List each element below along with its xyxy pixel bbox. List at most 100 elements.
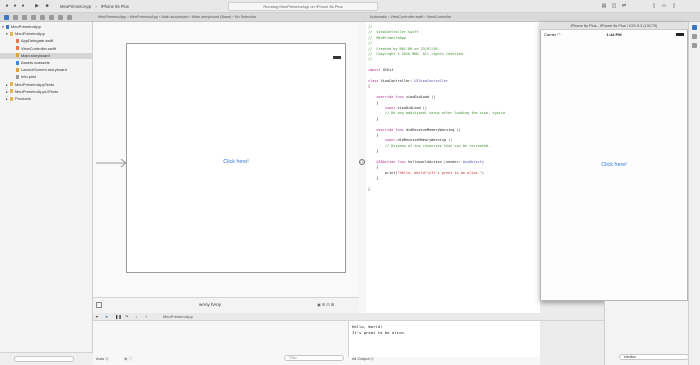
navigator-item[interactable]: Main.storyboard: [0, 52, 93, 59]
navigator-item[interactable]: ViewController.swift: [0, 46, 93, 52]
close-window-icon[interactable]: ●: [3, 3, 11, 10]
variables-actions-icon[interactable]: ◉ ⓘ: [124, 356, 133, 362]
navigator-item[interactable]: Info.plist: [0, 74, 93, 80]
jump-item[interactable]: Main.storyboard: [161, 15, 188, 19]
code-line[interactable]: // Created by MAC 08 on 23/07/16.: [368, 47, 440, 52]
debug-navigator-tab[interactable]: [49, 15, 54, 20]
jump-item[interactable]: ViewController: [427, 15, 452, 19]
toggle-debug-area-icon[interactable]: ▭: [660, 3, 668, 10]
code-line[interactable]: }: [368, 187, 370, 192]
code-line[interactable]: }: [368, 149, 379, 154]
navigator-item[interactable]: Assets.xcassets: [0, 60, 93, 66]
document-outline-toggle-icon[interactable]: [96, 302, 102, 308]
navigator-item[interactable]: AppDelegate.swift: [0, 38, 93, 44]
code-line[interactable]: }: [368, 117, 378, 122]
navigator-item[interactable]: LaunchScreen.storyboard: [0, 67, 93, 73]
project-navigator-tab[interactable]: [4, 15, 9, 20]
code-line[interactable]: // Dispose of any resources that can be …: [368, 144, 490, 149]
navigator-item[interactable]: ▸ MeuPrimeiroAppUITests: [0, 89, 93, 95]
code-line[interactable]: super.didReceiveMemoryWarning (): [368, 138, 452, 143]
test-navigator-tab[interactable]: [40, 15, 45, 20]
storyboard-jump-bar[interactable]: MeuPrimeiroApp › MeuPrimeiroApp › Main.s…: [98, 13, 256, 22]
navigator-item[interactable]: ▸ Products: [0, 96, 93, 102]
breakpoints-toggle-icon[interactable]: ➤: [105, 314, 108, 319]
code-jump-bar[interactable]: Automatic › ViewController.swift › ViewC…: [370, 13, 451, 22]
assistant-editor-icon[interactable]: ◫: [610, 3, 618, 10]
navigator-item-label: MeuPrimeiroAppTests: [15, 81, 55, 87]
code-line[interactable]: @IBAction func helloworldAction (sender:…: [368, 160, 484, 165]
code-line[interactable]: override func viewDidLoad (): [368, 95, 435, 100]
report-navigator-tab[interactable]: [67, 15, 72, 20]
identity-inspector-icon[interactable]: [692, 43, 697, 48]
code-line[interactable]: super.viewDidLoad (): [368, 106, 427, 111]
code-line[interactable]: // Copyright © 2016 BNG. All rights rese…: [368, 52, 465, 57]
destination-name: iPhone 8s Plus: [100, 4, 129, 9]
navigator-item[interactable]: ▾ MeuPrimeiroApp: [0, 24, 93, 30]
jump-item[interactable]: MeuPrimeiroApp: [98, 15, 126, 19]
code-line[interactable]: }: [368, 176, 379, 181]
issue-navigator-tab[interactable]: [31, 15, 36, 20]
minimize-window-icon[interactable]: ●: [11, 3, 19, 10]
simulator-click-here-button[interactable]: Click here!: [541, 162, 687, 168]
standard-editor-icon[interactable]: ▤: [600, 3, 608, 10]
symbol-navigator-tab[interactable]: [13, 15, 18, 20]
step-out-icon[interactable]: ↑: [145, 314, 147, 319]
canvas-layout-buttons[interactable]: ▣ ⊞ ⊟ ⊠: [317, 302, 334, 307]
file-inspector-icon[interactable]: [692, 25, 697, 30]
navigator-filter-field[interactable]: [14, 356, 74, 362]
debug-breadcrumb[interactable]: MeuPrimeiroApp: [163, 314, 193, 319]
pause-icon[interactable]: ❚❚: [115, 314, 122, 319]
library-filter-field[interactable]: eleollon: [619, 354, 689, 360]
find-navigator-tab[interactable]: [22, 15, 27, 20]
toggle-utilities-icon[interactable]: ▯: [670, 3, 678, 10]
code-token: .viewDidLoad (): [395, 106, 428, 110]
jump-item[interactable]: Main.storyboard (Base): [192, 15, 231, 19]
navigator-item[interactable]: ▸ MeuPrimeiroAppTests: [0, 82, 93, 88]
scheme-selector[interactable]: MeuPrimeiroApp › iPhone 8s Plus: [60, 3, 129, 10]
code-line[interactable]: // MeuPrimeiroApp: [368, 36, 406, 41]
code-line[interactable]: override func didReceiveMemoryWarning (): [368, 128, 460, 133]
code-token: }: [368, 149, 379, 154]
hide-debug-area-icon[interactable]: ▾: [96, 314, 98, 319]
code-line[interactable]: print("Hello, World!\nIt's great to be a…: [368, 171, 484, 176]
code-line[interactable]: {: [368, 101, 378, 106]
code-line[interactable]: {: [368, 84, 370, 89]
breakpoint-navigator-tab[interactable]: [58, 15, 63, 20]
click-here-button[interactable]: Click here!: [127, 159, 345, 165]
code-line[interactable]: //: [368, 41, 372, 46]
code-line[interactable]: {: [368, 165, 378, 170]
code-line[interactable]: // Do any additional setup after loading…: [368, 111, 505, 116]
scheme-name: MeuPrimeiroApp: [60, 4, 92, 9]
stop-icon[interactable]: ■: [43, 3, 51, 10]
quick-help-icon[interactable]: [692, 34, 697, 39]
jump-item[interactable]: Automatic: [370, 15, 387, 19]
code-token: }: [368, 176, 379, 181]
run-icon[interactable]: ▶: [33, 3, 41, 10]
code-line[interactable]: class ViewController: UIViewController: [368, 79, 448, 84]
initial-view-controller-arrow-icon[interactable]: [96, 158, 128, 168]
version-editor-icon[interactable]: ⇄: [620, 3, 628, 10]
navigator-item-label: Products: [15, 96, 31, 101]
code-line[interactable]: //: [368, 57, 372, 62]
jump-item[interactable]: ViewController.swift: [390, 15, 423, 19]
code-token: ): [481, 170, 484, 175]
zoom-window-icon[interactable]: ●: [19, 3, 27, 10]
jump-item[interactable]: No Selection: [235, 15, 257, 19]
console-output-select[interactable]: All Output ◇: [352, 356, 374, 361]
step-in-icon[interactable]: ↓: [135, 314, 137, 319]
toggle-navigator-icon[interactable]: ▯: [650, 3, 658, 10]
step-over-icon[interactable]: ↷: [125, 314, 128, 319]
view-controller-scene[interactable]: Click here!: [126, 43, 346, 273]
navigator-item[interactable]: ▾ MeuPrimeiroApp: [0, 31, 93, 37]
outlet-connection-icon[interactable]: [359, 159, 365, 165]
size-class-toggle[interactable]: wAny hAny: [199, 300, 221, 309]
code-line[interactable]: //: [368, 25, 372, 30]
toolbar: ● ● ● ▶ ■ MeuPrimeiroApp › iPhone 8s Plu…: [0, 0, 700, 13]
variables-filter-field[interactable]: Filter: [284, 355, 344, 361]
code-line[interactable]: import UIKit: [368, 68, 393, 73]
variables-scope-select[interactable]: Auto ◇: [96, 356, 108, 361]
assistant-code-editor[interactable]: [359, 22, 540, 313]
code-line[interactable]: // ViewController.swift: [368, 30, 419, 35]
code-line[interactable]: {: [368, 133, 378, 138]
jump-item[interactable]: MeuPrimeiroApp: [130, 15, 158, 19]
